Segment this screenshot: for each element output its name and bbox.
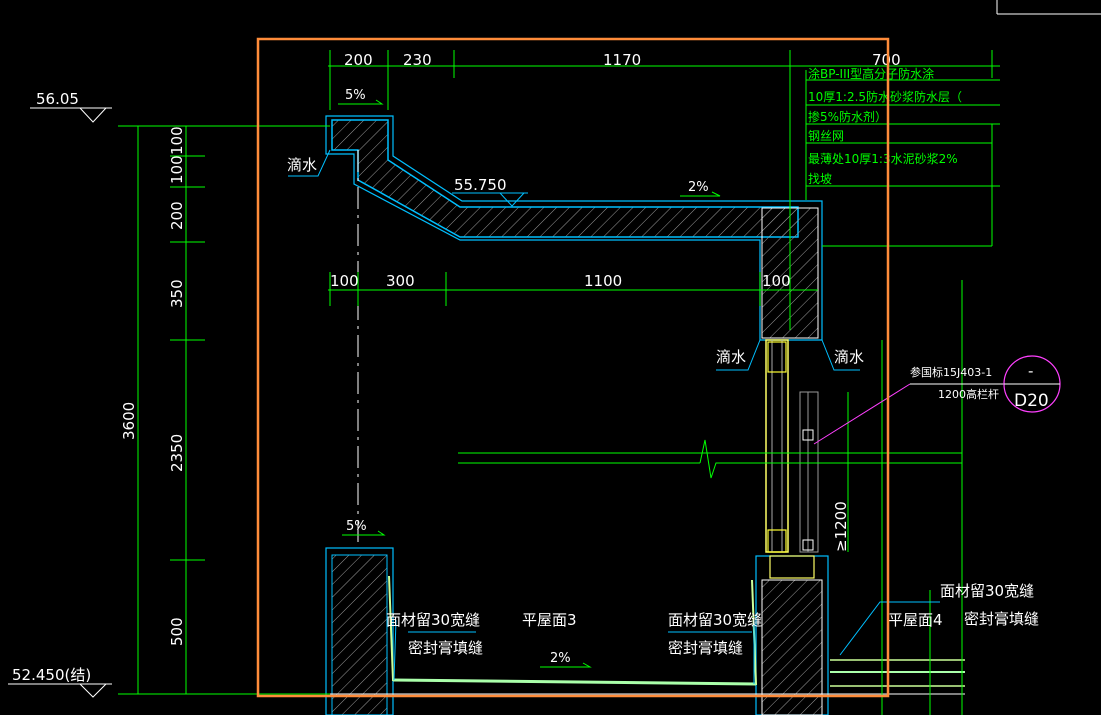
sheet-frame-corner (996, 0, 1101, 15)
joint-label-right-1: 面材留30宽缝 (940, 582, 1034, 600)
left-dim-label-3: 200 (168, 201, 186, 230)
railing-dim-label: ≥1200 (832, 501, 850, 552)
reference-top: - (1028, 362, 1033, 380)
roof-slab (330, 575, 965, 695)
layer-callout-1: 涂BP-III型高分子防水涂 (808, 66, 934, 81)
reference-bottom: D20 (1014, 391, 1049, 411)
level-label-bottom: 52.450(结) (12, 666, 91, 684)
layer-callout-6: 找坡 (808, 172, 832, 186)
left-dim-label-1: 100 (168, 126, 186, 155)
top-dim-label-2: 230 (403, 51, 432, 69)
drip-label-window-right: 滴水 (834, 348, 864, 366)
joint-label-left-2: 密封膏填缝 (408, 639, 483, 657)
slope-label-canopy-top: 5% (345, 88, 366, 103)
layer-callout-4: 钢丝网 (808, 129, 844, 143)
reference-note-1: 参国标15J403-1 (910, 365, 992, 379)
level-mark-canopy (452, 192, 528, 207)
top-dim-label-3: 1170 (603, 51, 641, 69)
right-reference-lines (881, 280, 963, 715)
left-dim-label-5: 2350 (168, 434, 186, 472)
layer-callout-2: 10厚1:2.5防水砂浆防水层（ (808, 89, 962, 104)
left-dim-label-4: 350 (168, 279, 186, 308)
total-dim-label: 3600 (120, 402, 138, 440)
left-dim-label-2: 100 (168, 155, 186, 184)
layer-callout-3: 掺5%防水剂） (808, 109, 887, 124)
drip-label-left: 滴水 (287, 156, 317, 174)
level-mark-top (30, 107, 112, 123)
drip-label-window-left: 滴水 (716, 348, 746, 366)
canopy-section (325, 115, 823, 341)
slope-label-canopy: 2% (688, 180, 709, 195)
roof-label-3: 平屋面3 (522, 611, 577, 629)
layer-callout-5: 最薄处10厚1:3水泥砂浆2% (808, 151, 958, 166)
level-mark-bottom (8, 683, 112, 698)
mid-dim-label-1: 100 (330, 272, 359, 290)
slope-label-roof: 2% (550, 651, 571, 666)
level-label-canopy: 55.750 (454, 176, 507, 194)
joint-label-mid-2: 密封膏填缝 (668, 639, 743, 657)
cad-drawing-canvas[interactable]: 200 230 1170 700 100 300 1100 100 56.05 … (0, 0, 1101, 715)
level-label-top: 56.05 (36, 90, 79, 108)
joint-label-mid-1: 面材留30宽缝 (668, 611, 762, 629)
left-parapet-section (325, 547, 394, 715)
reference-note-2: 1200高栏杆 (938, 387, 999, 401)
left-dimension-lines (118, 125, 330, 695)
railing (799, 391, 819, 553)
mid-dim-label-2: 300 (386, 272, 415, 290)
slope-label-parapet: 5% (346, 519, 367, 534)
window-frame (765, 339, 789, 553)
joint-label-left-1: 面材留30宽缝 (386, 611, 480, 629)
top-dim-label-1: 200 (344, 51, 373, 69)
joint-label-right-2: 密封膏填缝 (964, 610, 1039, 628)
right-upstand-section (755, 555, 829, 715)
roof-label-4: 平屋面4 (888, 611, 943, 629)
mid-dim-label-4: 100 (762, 272, 791, 290)
mid-dim-label-3: 1100 (584, 272, 622, 290)
left-dim-label-6: 500 (168, 617, 186, 646)
break-line (458, 439, 962, 479)
